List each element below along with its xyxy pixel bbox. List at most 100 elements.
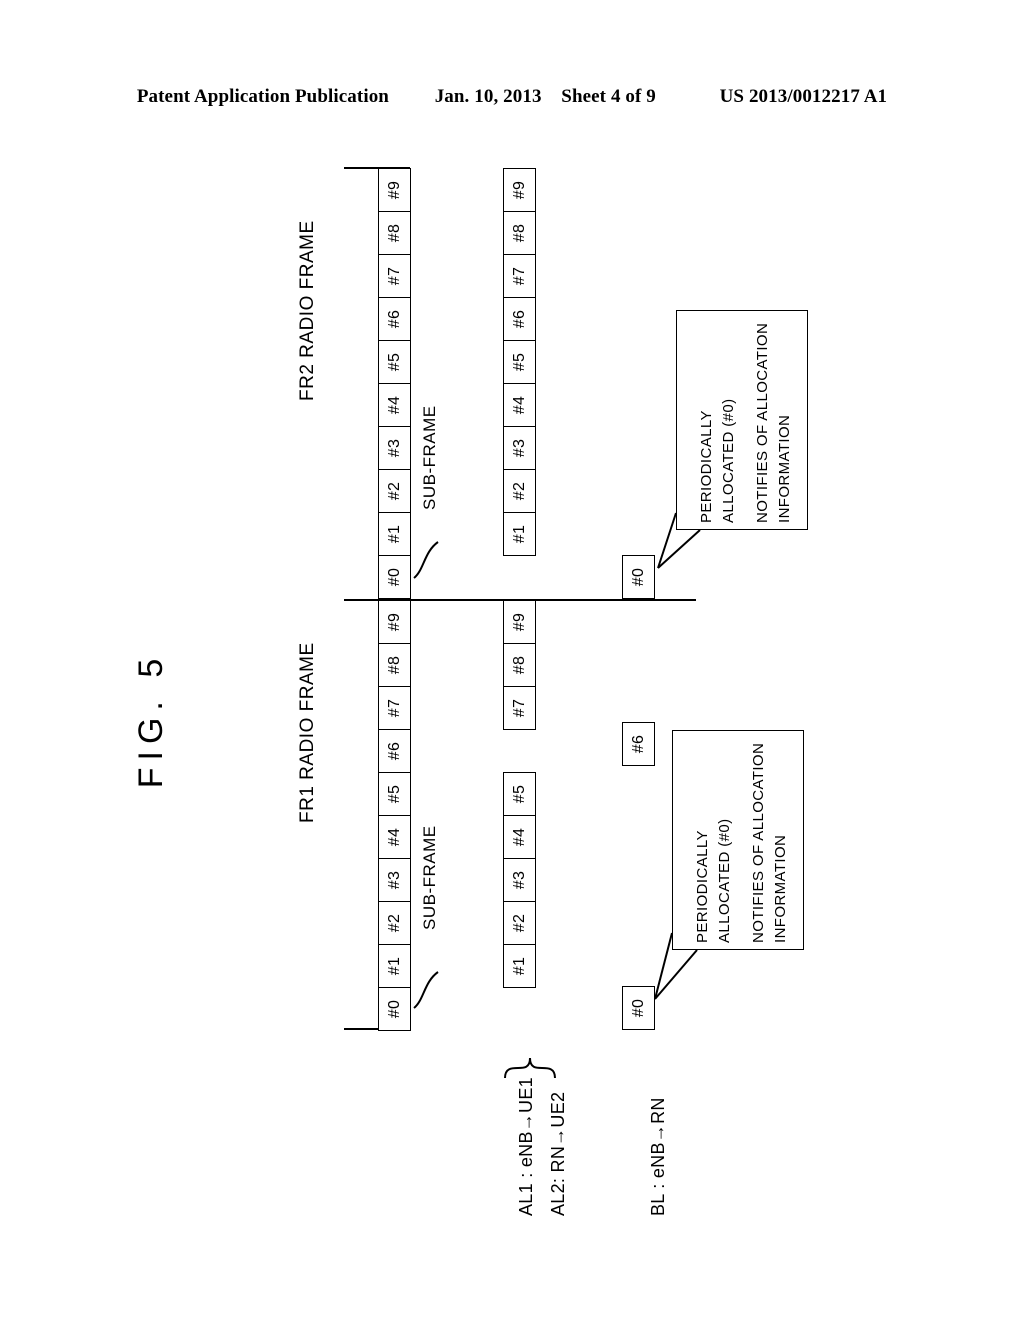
subframe-cell: #6	[378, 729, 411, 773]
subframe-cell-label: #6	[385, 309, 403, 329]
subframe-cell-label: #7	[510, 698, 528, 718]
subframe-cell: #3	[378, 858, 411, 902]
subframe-cell-label: #5	[385, 352, 403, 372]
row-label-bl: BL : eNB→RN	[648, 1097, 668, 1216]
subframe-cell-label: #2	[510, 913, 528, 933]
subframe-cell-label: #7	[385, 266, 403, 286]
subframe-cell-label: #1	[385, 956, 403, 976]
subframe-cell: #7	[378, 254, 411, 298]
subframe-cell-label: #3	[385, 438, 403, 458]
subframe-cell-label: #5	[510, 352, 528, 372]
row-label-al1: AL1 : eNB→UE1	[516, 1077, 536, 1216]
fr1-callout-line-2: ALLOCATED (#0)	[716, 818, 733, 943]
subframe-cell-label: #7	[385, 698, 403, 718]
subframe-cell-label: #3	[510, 870, 528, 890]
header-date: Jan. 10, 2013	[434, 86, 542, 107]
publication-header: Patent Application Publication Jan. 10, …	[0, 86, 1024, 108]
subframe-cell: #4	[378, 815, 411, 859]
subframe-cell: #6	[378, 297, 411, 341]
subframe-cell: #2	[503, 901, 536, 945]
header-publication-number: US 2013/0012217 A1	[719, 86, 888, 107]
fr1-callout: PERIODICALLY ALLOCATED (#0) NOTIFIES OF …	[672, 730, 804, 950]
fr2-callout-line-4: INFORMATION	[776, 414, 793, 523]
subframe-cell-label: #2	[510, 481, 528, 501]
subframe-cell: #7	[503, 254, 536, 298]
access-link-brace	[504, 1057, 556, 1079]
subframe-cell-label: #9	[510, 612, 528, 632]
subframe-cell-label: #0	[629, 998, 647, 1018]
subframe-cell: #9	[378, 600, 411, 644]
subframe-cell-label: #5	[510, 784, 528, 804]
subframe-cell: #1	[378, 512, 411, 556]
subframe-cell: #0	[378, 555, 411, 599]
subframe-cell: #4	[503, 815, 536, 859]
subframe-cell: #9	[503, 600, 536, 644]
subframe-cell-label: #7	[510, 266, 528, 286]
subframe-cell-label: #1	[510, 524, 528, 544]
fr2-subframe-leader-line	[413, 541, 439, 579]
fr2-callout: PERIODICALLY ALLOCATED (#0) NOTIFIES OF …	[676, 310, 808, 530]
subframe-cell: #1	[503, 944, 536, 988]
subframe-cell-label: #2	[385, 481, 403, 501]
fr1-callout-tail-a	[654, 932, 673, 1000]
subframe-cell-label: #9	[510, 180, 528, 200]
header-sheet: Sheet 4 of 9	[561, 86, 656, 107]
header-publication: Patent Application Publication	[136, 86, 389, 107]
subframe-cell-label: #0	[385, 567, 403, 587]
subframe-cell: #0	[378, 987, 411, 1031]
subframe-cell-label: #8	[510, 655, 528, 675]
subframe-cell: #6	[622, 722, 655, 766]
subframe-cell: #5	[378, 772, 411, 816]
subframe-cell-label: #1	[510, 956, 528, 976]
subframe-cell: #4	[378, 383, 411, 427]
fr2-callout-line-2: ALLOCATED (#0)	[720, 398, 737, 523]
fr2-callout-line-3: NOTIFIES OF ALLOCATION	[754, 322, 771, 523]
figure-title: FIG. 5	[132, 651, 170, 789]
subframe-cell: #2	[378, 469, 411, 513]
subframe-cell-label: #1	[385, 524, 403, 544]
fr1-callout-line-4: INFORMATION	[772, 834, 789, 943]
subframe-cell-label: #6	[510, 309, 528, 329]
subframe-cell-label: #0	[385, 999, 403, 1019]
subframe-cell: #5	[503, 772, 536, 816]
subframe-cell: #0	[622, 986, 655, 1030]
subframe-cell-label: #0	[629, 567, 647, 587]
subframe-cell: #9	[503, 168, 536, 212]
subframe-cell: #9	[378, 168, 411, 212]
subframe-cell: #6	[503, 297, 536, 341]
subframe-cell-label: #3	[510, 438, 528, 458]
subframe-cell: #3	[378, 426, 411, 470]
subframe-cell: #8	[503, 643, 536, 687]
row-label-al2: AL2: RN→UE2	[548, 1091, 568, 1216]
fr2-callout-tail-a	[657, 512, 677, 569]
subframe-cell-label: #4	[385, 395, 403, 415]
subframe-cell-label: #6	[385, 741, 403, 761]
subframe-cell-label: #4	[510, 827, 528, 847]
subframe-cell: #0	[622, 555, 655, 599]
subframe-cell: #4	[503, 383, 536, 427]
fr1-callout-tail-b	[654, 949, 698, 1000]
subframe-cell-label: #9	[385, 612, 403, 632]
subframe-cell: #2	[378, 901, 411, 945]
subframe-cell-label: #5	[385, 784, 403, 804]
subframe-cell: #2	[503, 469, 536, 513]
subframe-cell-label: #9	[385, 180, 403, 200]
subframe-cell: #7	[503, 686, 536, 730]
subframe-cell: #1	[378, 944, 411, 988]
subframe-cell-label: #8	[385, 223, 403, 243]
fr2-callout-line-1: PERIODICALLY	[698, 410, 715, 523]
fr2-callout-tail-b	[657, 529, 701, 569]
subframe-cell-label: #3	[385, 870, 403, 890]
subframe-cell: #8	[503, 211, 536, 255]
subframe-cell: #8	[378, 211, 411, 255]
subframe-cell: #7	[378, 686, 411, 730]
subframe-cell-label: #2	[385, 913, 403, 933]
subframe-cell: #3	[503, 426, 536, 470]
subframe-cell-label: #8	[385, 655, 403, 675]
subframe-cell-label: #4	[510, 395, 528, 415]
subframe-cell: #1	[503, 512, 536, 556]
subframe-cell-label: #4	[385, 827, 403, 847]
subframe-cell: #5	[503, 340, 536, 384]
fr1-callout-line-3: NOTIFIES OF ALLOCATION	[750, 742, 767, 943]
subframe-cell: #5	[378, 340, 411, 384]
